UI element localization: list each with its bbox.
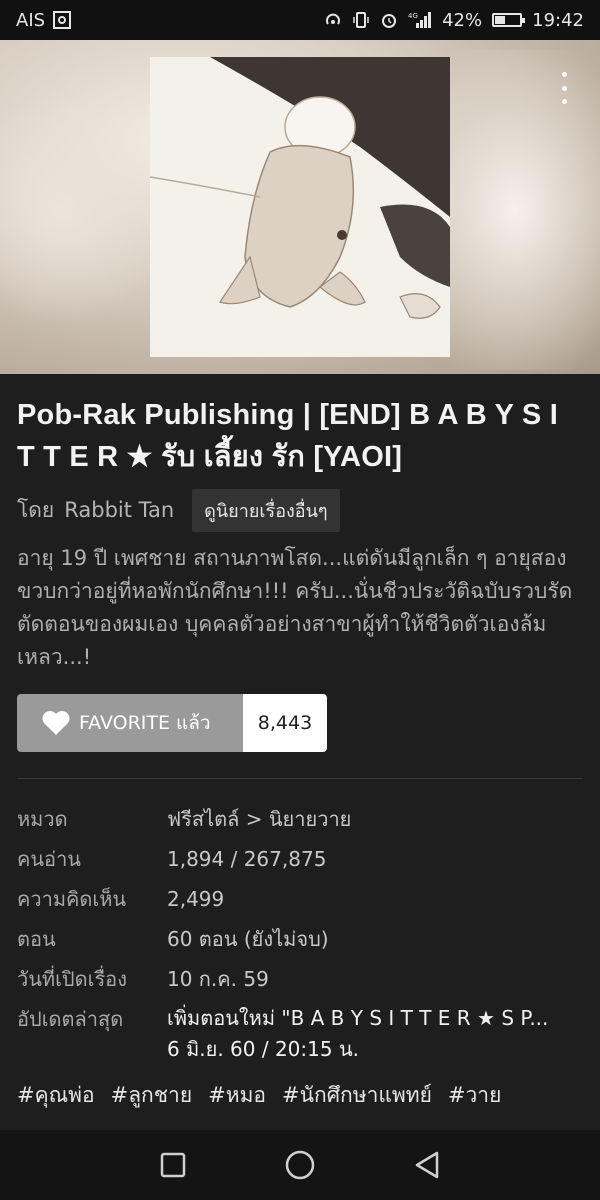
- signal-icon: 4G: [408, 12, 432, 28]
- info-row-chapters: ตอน 60 ตอน (ยังไม่จบ): [17, 919, 583, 959]
- author-link[interactable]: Rabbit Tan: [64, 498, 174, 522]
- alarm-icon: [382, 14, 397, 28]
- battery-icon: [492, 13, 526, 27]
- more-vertical-icon[interactable]: [554, 72, 574, 104]
- updated-value[interactable]: เพิ่มตอนใหม่ "B A B Y S I T T E R ★ S P.…: [167, 999, 548, 1065]
- updated-date: 6 มิ.ย. 60 / 20:15 น.: [167, 1037, 359, 1061]
- info-table: หมวด ฟรีสไตล์ > นิยายวาย คนอ่าน 1,894 / …: [17, 799, 583, 1065]
- screenshot-icon: [53, 11, 72, 29]
- synopsis: อายุ 19 ปี เพศชาย สถานภาพโสด...แต่ดันมีล…: [17, 546, 573, 669]
- info-row-opened: วันที่เปิดเรื่อง 10 ก.ค. 59: [17, 959, 583, 999]
- updated-label: อัปเดตล่าสุด: [17, 1007, 124, 1031]
- novel-detail: Pob-Rak Publishing | [END] B A B Y S I T…: [0, 374, 600, 1130]
- cover-banner: [0, 40, 600, 374]
- favorite-count: 8,443: [243, 694, 327, 752]
- tag-item[interactable]: #คุณพ่อ: [17, 1079, 95, 1112]
- heart-icon: [42, 711, 70, 735]
- tag-item[interactable]: #ลูกชาย: [111, 1079, 193, 1112]
- info-row-updated: อัปเดตล่าสุด เพิ่มตอนใหม่ "B A B Y S I T…: [17, 999, 583, 1065]
- cover-image[interactable]: [150, 57, 450, 357]
- by-label: โดย: [17, 497, 55, 522]
- status-bar: AIS 4G 42% 19:42: [0, 0, 600, 40]
- tag-list: #คุณพ่อ #ลูกชาย #หมอ #นักศึกษาแพทย์ #วาย: [17, 1079, 583, 1112]
- recents-button[interactable]: [153, 1145, 193, 1185]
- readers-value: 1,894 / 267,875: [167, 847, 327, 871]
- tag-item[interactable]: #หมอ: [208, 1079, 266, 1112]
- info-row-readers: คนอ่าน 1,894 / 267,875: [17, 839, 583, 879]
- triangle-back-icon: [415, 1151, 438, 1179]
- opened-label: วันที่เปิดเรื่อง: [17, 967, 127, 991]
- author-row: โดย Rabbit Tan ดูนิยายเรื่องอื่นๆ: [17, 488, 583, 532]
- divider: [17, 778, 583, 779]
- vibrate-icon: [353, 12, 369, 28]
- chapters-value: 60 ตอน (ยังไม่จบ): [167, 927, 329, 951]
- favorite-row: FAVORITE แล้ว 8,443: [17, 694, 583, 752]
- comments-label: ความคิดเห็น: [17, 887, 127, 911]
- readers-label: คนอ่าน: [17, 847, 81, 871]
- category-label: หมวด: [17, 807, 68, 831]
- tag-item[interactable]: #นักศึกษาแพทย์: [282, 1079, 432, 1112]
- battery-percent: 42%: [442, 9, 483, 31]
- info-row-category: หมวด ฟรีสไตล์ > นิยายวาย: [17, 799, 583, 839]
- favorite-button[interactable]: FAVORITE แล้ว: [17, 694, 243, 752]
- carrier-name: AIS: [16, 9, 46, 31]
- other-works-button[interactable]: ดูนิยายเรื่องอื่นๆ: [192, 488, 340, 532]
- favorite-label: FAVORITE แล้ว: [79, 712, 211, 734]
- comments-value: 2,499: [167, 887, 225, 911]
- svg-text:4G: 4G: [408, 12, 418, 20]
- home-button[interactable]: [280, 1145, 320, 1185]
- cover-illustration: [150, 57, 450, 357]
- hotspot-icon: [326, 13, 341, 25]
- tag-item[interactable]: #วาย: [448, 1079, 501, 1112]
- clock: 19:42: [532, 9, 584, 31]
- back-button[interactable]: [407, 1145, 447, 1185]
- circle-icon: [285, 1150, 315, 1180]
- latest-chapter-link[interactable]: เพิ่มตอนใหม่ "B A B Y S I T T E R ★ S P.…: [167, 1003, 548, 1034]
- square-icon: [161, 1152, 186, 1178]
- opened-value: 10 ก.ค. 59: [167, 967, 269, 991]
- chapters-label: ตอน: [17, 927, 56, 951]
- novel-title: Pob-Rak Publishing | [END] B A B Y S I T…: [17, 399, 558, 473]
- category-value[interactable]: ฟรีสไตล์ > นิยายวาย: [167, 799, 351, 839]
- info-row-comments: ความคิดเห็น 2,499: [17, 879, 583, 919]
- battery-fill: [495, 16, 506, 24]
- system-nav-bar: [0, 1130, 600, 1200]
